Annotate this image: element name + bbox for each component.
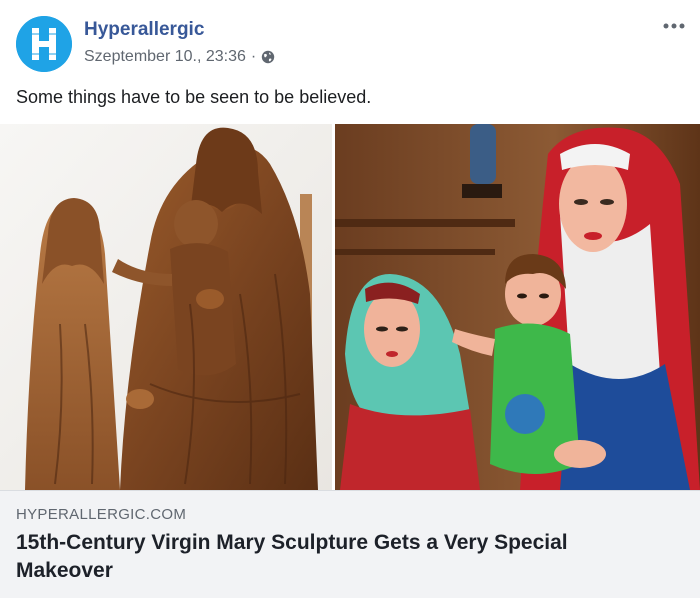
post-meta: Szeptember 10., 23:36 · (84, 48, 275, 66)
page-avatar[interactable] (16, 16, 72, 72)
meta-separator: · (250, 48, 257, 65)
post-timestamp[interactable]: Szeptember 10., 23:36 (84, 48, 246, 66)
post-header: Hyperallergic Szeptember 10., 23:36 · (0, 0, 700, 84)
link-domain: HYPERALLERGIC.COM (16, 506, 187, 523)
painted-sculpture-image (335, 124, 700, 490)
facebook-post: Hyperallergic Szeptember 10., 23:36 · So… (0, 0, 700, 598)
post-image[interactable] (0, 124, 700, 490)
ellipsis-icon (663, 23, 685, 29)
hyperallergic-logo-icon (16, 16, 72, 72)
page-name-link[interactable]: Hyperallergic (84, 19, 204, 41)
more-options-button[interactable] (660, 12, 688, 40)
link-preview-card[interactable]: HYPERALLERGIC.COM 15th-Century Virgin Ma… (0, 490, 700, 598)
globe-icon[interactable] (261, 50, 275, 64)
post-text: Some things have to be seen to be believ… (16, 87, 372, 107)
link-title[interactable]: 15th-Century Virgin Mary Sculpture Gets … (16, 529, 656, 585)
wooden-sculpture-image (0, 124, 332, 490)
